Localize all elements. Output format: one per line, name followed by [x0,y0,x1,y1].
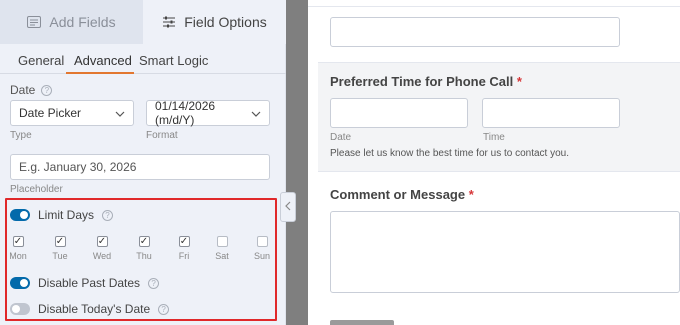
day-label-tue: Tue [52,251,68,261]
sub-tabs: General Advanced Smart Logic [0,44,286,74]
disable-today-row: Disable Today's Date ? [10,302,170,316]
chevron-down-icon [251,106,261,120]
format-select[interactable]: 01/14/2026 (m/d/Y) [146,99,270,127]
comment-title-text: Comment or Message [330,187,466,202]
required-mark: * [468,187,474,202]
help-icon[interactable]: ? [158,303,170,315]
day-label-mon: Mon [9,251,27,261]
tab-add-fields-label: Add Fields [49,14,116,30]
type-label: Type [10,130,32,141]
checkbox-fri[interactable]: ✓ [178,236,190,247]
form-preview: Preferred Time for Phone Call * Date Tim… [308,0,680,325]
submit-button[interactable] [330,320,394,325]
day-sun[interactable]: Sun [247,236,277,261]
day-tue[interactable]: ✓ Tue [45,236,75,261]
field-options-panel: Add Fields Field Options General Advance… [0,0,286,325]
required-mark: * [516,74,522,89]
field-description: Please let us know the best time for us … [330,148,570,159]
panel-tabs: Add Fields Field Options [0,0,286,44]
divider-line [308,6,680,7]
checkbox-tue[interactable]: ✓ [54,236,66,247]
tab-field-options-label: Field Options [184,14,267,30]
time-input[interactable] [482,98,620,128]
day-label-sun: Sun [253,251,270,261]
checkbox-thu[interactable]: ✓ [138,236,150,247]
phone-call-title-text: Preferred Time for Phone Call [330,74,514,89]
date-field-label: Date ? [10,83,53,97]
active-subtab-indicator [66,72,134,74]
placeholder-input[interactable]: E.g. January 30, 2026 [10,154,270,180]
sliders-icon [162,15,176,29]
day-mon[interactable]: ✓ Mon [3,236,33,261]
checkbox-sat[interactable] [216,236,228,247]
checkbox-mon[interactable]: ✓ [12,236,24,247]
tab-add-fields[interactable]: Add Fields [0,0,143,44]
format-select-value: 01/14/2026 (m/d/Y) [155,99,216,127]
panel-divider [286,0,308,325]
time-sublabel: Time [483,132,505,143]
previous-field-input[interactable] [330,17,620,47]
day-thu[interactable]: ✓ Thu [129,236,159,261]
phone-call-title: Preferred Time for Phone Call * [330,74,522,89]
limit-days-row: Limit Days ? [10,208,114,222]
disable-past-dates-label: Disable Past Dates [38,276,141,290]
subtab-advanced[interactable]: Advanced [74,53,132,68]
date-input[interactable] [330,98,468,128]
disable-past-dates-row: Disable Past Dates ? [10,276,160,290]
placeholder-input-value: E.g. January 30, 2026 [19,160,137,174]
day-label-sat: Sat [215,251,229,261]
format-label: Format [146,130,178,141]
collapse-panel-button[interactable] [280,192,296,222]
help-icon[interactable]: ? [41,84,53,96]
day-label-wed: Wed [92,251,112,261]
day-label-fri: Fri [178,251,190,261]
help-icon[interactable]: ? [102,209,114,221]
type-select[interactable]: Date Picker [10,100,134,126]
comment-title: Comment or Message * [330,187,474,202]
chevron-down-icon [115,106,125,120]
date-label-text: Date [10,83,36,97]
table-icon [27,15,42,29]
subtab-smart-logic[interactable]: Smart Logic [139,53,208,68]
day-label-thu: Thu [136,251,152,261]
chevron-left-icon [285,201,291,214]
day-fri[interactable]: ✓ Fri [169,236,199,261]
comment-textarea[interactable] [330,211,680,293]
date-sublabel: Date [330,132,352,143]
day-sat[interactable]: Sat [207,236,237,261]
type-select-value: Date Picker [19,106,82,120]
placeholder-label: Placeholder [10,184,63,195]
checkbox-sun[interactable] [256,236,268,247]
checkbox-wed[interactable]: ✓ [96,236,108,247]
tab-field-options[interactable]: Field Options [143,0,286,44]
disable-today-toggle[interactable] [10,303,30,315]
day-wed[interactable]: ✓ Wed [87,236,117,261]
limit-days-toggle[interactable] [10,209,30,221]
limit-days-label: Limit Days [38,208,95,222]
disable-past-dates-toggle[interactable] [10,277,30,289]
disable-today-label: Disable Today's Date [38,302,151,316]
subtab-general[interactable]: General [18,53,64,68]
help-icon[interactable]: ? [148,277,160,289]
